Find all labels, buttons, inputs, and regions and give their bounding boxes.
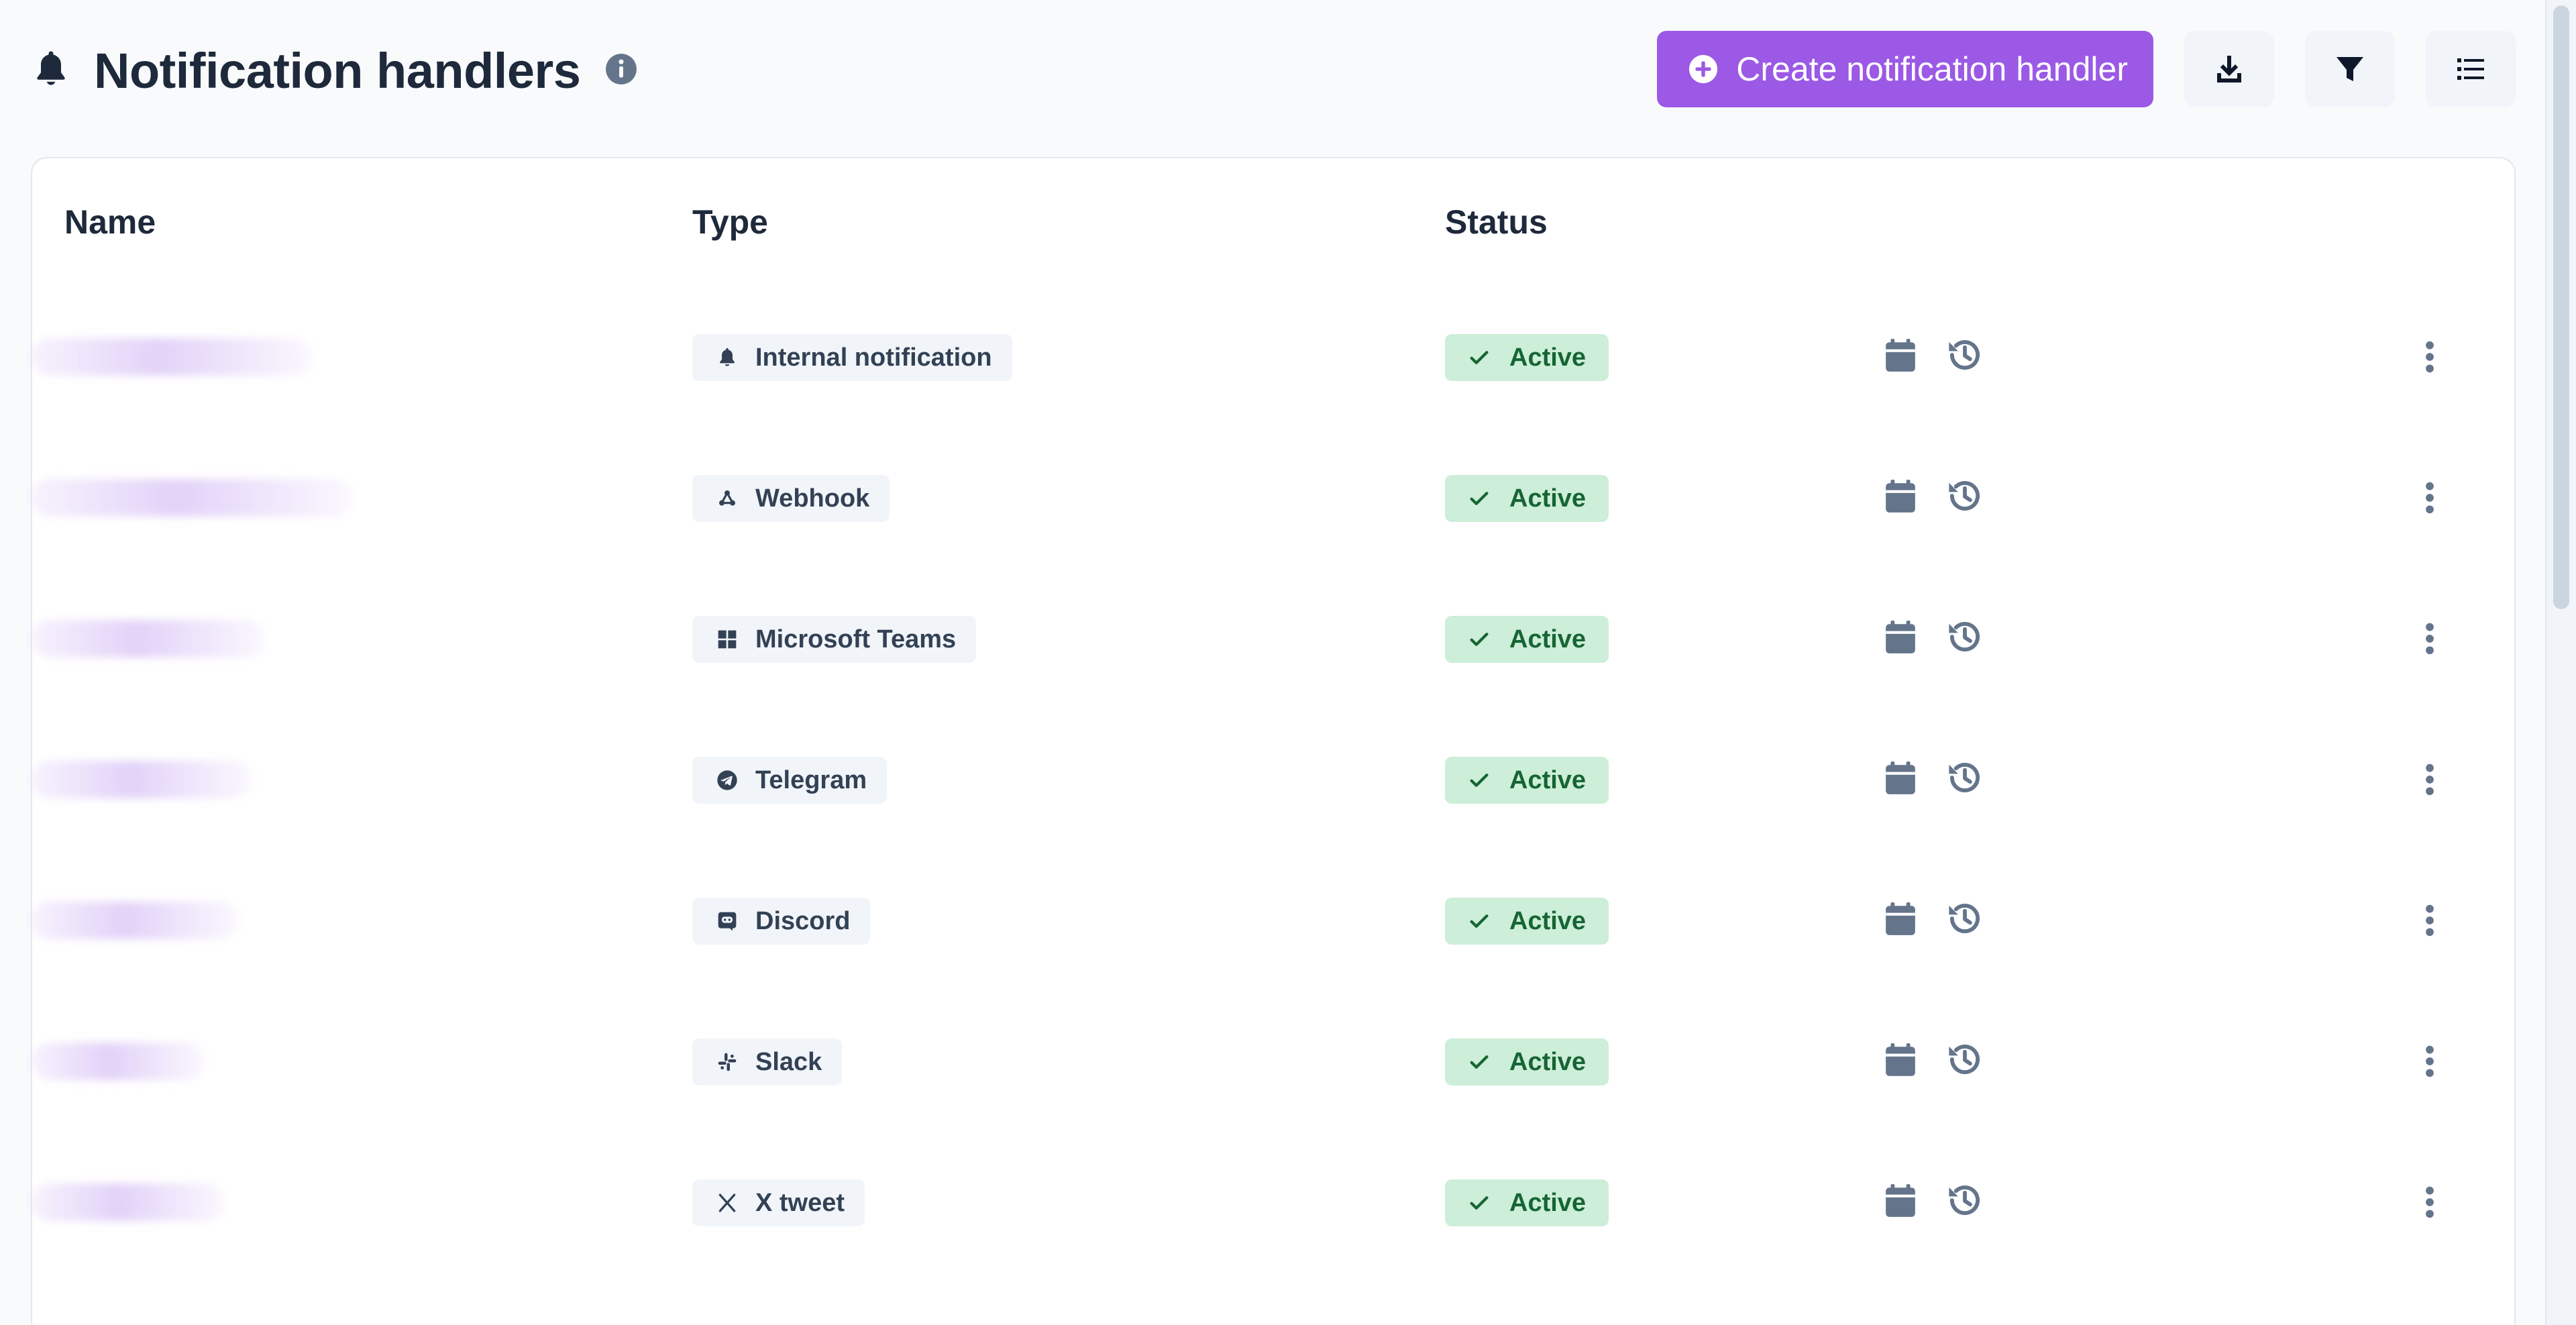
- check-icon: [1470, 1055, 1489, 1069]
- status-badge: Active: [1445, 1039, 1609, 1085]
- more-actions-icon[interactable]: [2424, 904, 2435, 940]
- more-actions-icon[interactable]: [2424, 482, 2435, 517]
- title-group: Notification handlers: [32, 42, 638, 99]
- type-label: X tweet: [755, 1188, 845, 1217]
- handler-name-redacted[interactable]: [31, 620, 266, 657]
- table-row[interactable]: Microsoft Teams Active: [31, 616, 2516, 754]
- status-label: Active: [1509, 906, 1587, 935]
- page-title: Notification handlers: [94, 42, 581, 99]
- webhook-icon: [719, 490, 735, 506]
- type-badge: Slack: [692, 1039, 843, 1085]
- slack-icon: [718, 1053, 737, 1071]
- type-label: Slack: [755, 1047, 822, 1076]
- type-badge: Internal notification: [692, 334, 1012, 381]
- history-icon[interactable]: [1947, 1182, 1983, 1222]
- handler-name-redacted[interactable]: [31, 902, 239, 939]
- status-label: Active: [1509, 343, 1587, 372]
- download-icon: [2217, 56, 2241, 83]
- scrollbar-thumb[interactable]: [2553, 5, 2569, 609]
- type-badge: Telegram: [692, 757, 888, 804]
- table-row[interactable]: X tweet Active: [31, 1179, 2516, 1318]
- status-label: Active: [1509, 625, 1587, 653]
- create-notification-handler-button[interactable]: Create notification handler: [1657, 31, 2153, 107]
- status-badge: Active: [1445, 475, 1609, 522]
- status-badge: Active: [1445, 616, 1609, 663]
- bell-icon: [32, 49, 70, 93]
- calendar-icon[interactable]: [1884, 761, 1917, 799]
- x-icon: [718, 1194, 736, 1212]
- windows-icon: [718, 630, 737, 649]
- table-row[interactable]: Discord Active: [31, 898, 2516, 1036]
- handler-name-redacted[interactable]: [31, 338, 313, 376]
- status-label: Active: [1509, 1188, 1587, 1217]
- column-header-name[interactable]: Name: [64, 203, 156, 242]
- handler-name-redacted[interactable]: [31, 761, 252, 798]
- history-icon[interactable]: [1947, 478, 1983, 517]
- history-icon[interactable]: [1947, 619, 1983, 658]
- history-icon[interactable]: [1947, 759, 1983, 799]
- status-badge: Active: [1445, 898, 1609, 945]
- status-badge: Active: [1445, 1179, 1609, 1226]
- info-icon[interactable]: [604, 52, 638, 89]
- check-icon: [1470, 774, 1489, 787]
- history-icon[interactable]: [1947, 337, 1983, 376]
- table-row[interactable]: Webhook Active: [31, 475, 2516, 613]
- create-button-label: Create notification handler: [1736, 50, 2128, 88]
- check-icon: [1470, 1196, 1489, 1210]
- type-label: Microsoft Teams: [755, 625, 957, 653]
- more-actions-icon[interactable]: [2424, 623, 2435, 658]
- more-actions-icon[interactable]: [2424, 1045, 2435, 1081]
- status-label: Active: [1509, 484, 1587, 513]
- more-actions-icon[interactable]: [2424, 763, 2435, 799]
- telegram-icon: [717, 770, 737, 790]
- check-icon: [1470, 351, 1489, 364]
- calendar-icon[interactable]: [1884, 479, 1917, 517]
- status-badge: Active: [1445, 334, 1609, 381]
- check-icon: [1470, 492, 1489, 505]
- calendar-icon[interactable]: [1884, 1043, 1917, 1081]
- check-icon: [1470, 914, 1489, 928]
- discord-icon: [718, 912, 737, 931]
- filter-button[interactable]: [2305, 31, 2395, 107]
- history-icon[interactable]: [1947, 1041, 1983, 1081]
- history-icon[interactable]: [1947, 900, 1983, 940]
- handler-name-redacted[interactable]: [31, 1183, 225, 1221]
- page-header: Notification handlers Create notificatio…: [32, 31, 2516, 110]
- filter-icon: [2337, 57, 2363, 81]
- calendar-icon[interactable]: [1884, 620, 1917, 658]
- type-badge: X tweet: [692, 1179, 865, 1226]
- status-label: Active: [1509, 765, 1587, 794]
- calendar-icon[interactable]: [1884, 902, 1917, 940]
- header-actions: Create notification handler: [1657, 31, 2516, 107]
- type-label: Telegram: [755, 765, 867, 794]
- status-label: Active: [1509, 1047, 1587, 1076]
- status-badge: Active: [1445, 757, 1609, 804]
- download-button[interactable]: [2184, 31, 2274, 107]
- table-row[interactable]: Telegram Active: [31, 757, 2516, 895]
- bell-icon: [719, 348, 735, 366]
- calendar-icon[interactable]: [1884, 338, 1917, 376]
- handler-name-redacted[interactable]: [31, 479, 353, 517]
- list-icon: [2457, 58, 2484, 80]
- table-row[interactable]: Internal notification Active: [31, 334, 2516, 472]
- type-badge: Discord: [692, 898, 871, 945]
- type-label: Internal notification: [755, 343, 992, 372]
- handler-name-redacted[interactable]: [31, 1043, 205, 1080]
- calendar-icon[interactable]: [1884, 1183, 1917, 1222]
- scrollbar-track[interactable]: [2545, 0, 2576, 1325]
- check-icon: [1470, 633, 1489, 646]
- type-label: Webhook: [755, 484, 870, 513]
- list-view-button[interactable]: [2426, 31, 2516, 107]
- table-row[interactable]: Slack Active: [31, 1039, 2516, 1177]
- column-header-type[interactable]: Type: [692, 203, 768, 242]
- plus-circle-icon: [1689, 54, 1718, 84]
- type-badge: Webhook: [692, 475, 890, 522]
- more-actions-icon[interactable]: [2424, 1186, 2435, 1222]
- type-label: Discord: [755, 906, 851, 935]
- type-badge: Microsoft Teams: [692, 616, 977, 663]
- column-header-status[interactable]: Status: [1445, 203, 1548, 242]
- more-actions-icon[interactable]: [2424, 341, 2435, 376]
